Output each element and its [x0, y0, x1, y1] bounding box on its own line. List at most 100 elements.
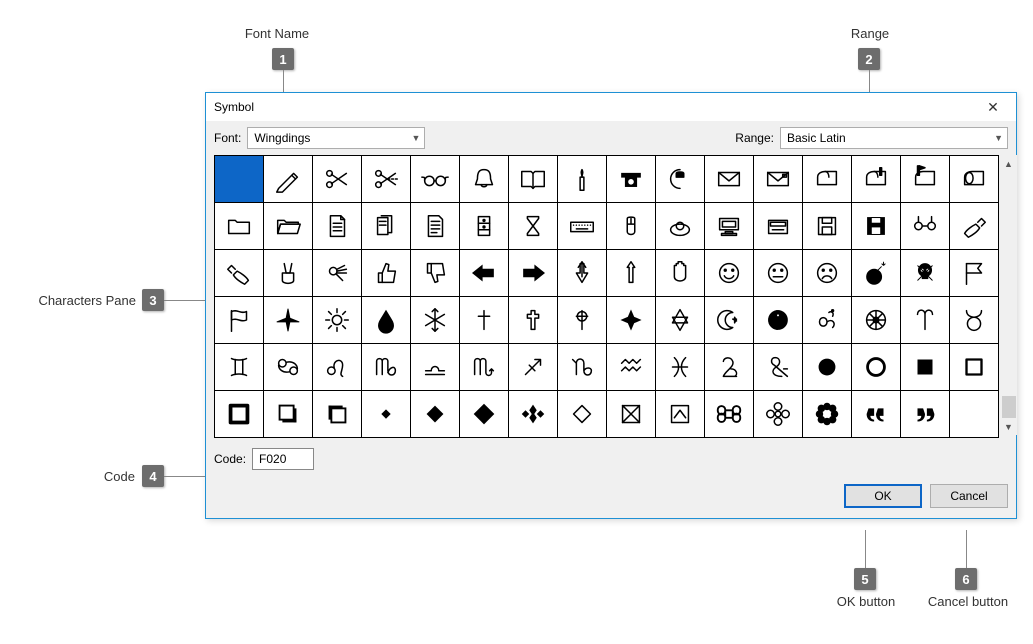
- characters-pane[interactable]: [214, 155, 999, 438]
- char-box-caret[interactable]: [656, 391, 704, 437]
- char-point-right[interactable]: [509, 250, 557, 296]
- char-mailbox-flag[interactable]: [901, 156, 949, 202]
- char-folder[interactable]: [215, 203, 263, 249]
- char-telephone[interactable]: [607, 156, 655, 202]
- char-mailbox-2[interactable]: [852, 156, 900, 202]
- scroll-down-icon[interactable]: ▼: [1000, 418, 1017, 435]
- char-telephone-receiver[interactable]: [656, 156, 704, 202]
- char-computer[interactable]: [705, 203, 753, 249]
- scroll-thumb[interactable]: [1002, 396, 1016, 418]
- char-taurus[interactable]: [950, 297, 998, 343]
- char-skull[interactable]: [901, 250, 949, 296]
- char-cross-celtic[interactable]: [558, 297, 606, 343]
- char-star-crescent[interactable]: [705, 297, 753, 343]
- char-diamond-small[interactable]: [362, 391, 410, 437]
- char-flag[interactable]: [950, 250, 998, 296]
- char-shadow-sq-br[interactable]: [264, 391, 312, 437]
- char-square-outline[interactable]: [950, 344, 998, 390]
- char-flower-filled[interactable]: [803, 391, 851, 437]
- char-drop[interactable]: [362, 297, 410, 343]
- char-point-left[interactable]: [460, 250, 508, 296]
- char-leo[interactable]: [313, 344, 361, 390]
- char-scorpio[interactable]: [460, 344, 508, 390]
- char-command[interactable]: [705, 391, 753, 437]
- char-point-up[interactable]: [558, 250, 606, 296]
- char-gemini[interactable]: [215, 344, 263, 390]
- char-airplane[interactable]: [264, 297, 312, 343]
- char-pencil[interactable]: [264, 156, 312, 202]
- char-quote-close[interactable]: [901, 391, 949, 437]
- char-envelope[interactable]: [705, 156, 753, 202]
- char-mailbox-1[interactable]: [803, 156, 851, 202]
- char-diamond-4[interactable]: [509, 391, 557, 437]
- char-hand[interactable]: [656, 250, 704, 296]
- code-input[interactable]: F020: [252, 448, 314, 470]
- char-libra[interactable]: [411, 344, 459, 390]
- char-cross-maltese[interactable]: [607, 297, 655, 343]
- char-diamond-filled[interactable]: [411, 391, 459, 437]
- ok-button[interactable]: OK: [844, 484, 922, 508]
- char-wheel[interactable]: [852, 297, 900, 343]
- char-square-filled[interactable]: [901, 344, 949, 390]
- char-ok-hand[interactable]: [313, 250, 361, 296]
- char-et[interactable]: [705, 344, 753, 390]
- range-dropdown[interactable]: Basic Latin ▼: [780, 127, 1008, 149]
- char-sagittarius[interactable]: [509, 344, 557, 390]
- char-scissors[interactable]: [313, 156, 361, 202]
- char-book-open[interactable]: [509, 156, 557, 202]
- char-scissors-cut[interactable]: [362, 156, 410, 202]
- char-folder-open[interactable]: [264, 203, 312, 249]
- char-sun[interactable]: [313, 297, 361, 343]
- char-documents[interactable]: [362, 203, 410, 249]
- char-victory-hand[interactable]: [264, 250, 312, 296]
- scrollbar[interactable]: ▲ ▼: [1000, 155, 1017, 435]
- char-floppy-1[interactable]: [803, 203, 851, 249]
- char-yin-yang[interactable]: [754, 297, 802, 343]
- char-blank[interactable]: [215, 156, 263, 202]
- char-flower-outline[interactable]: [754, 391, 802, 437]
- char-aries[interactable]: [901, 297, 949, 343]
- char-om[interactable]: [803, 297, 851, 343]
- char-diamond-outline[interactable]: [558, 391, 606, 437]
- char-circle-filled[interactable]: [803, 344, 851, 390]
- char-box-x[interactable]: [607, 391, 655, 437]
- cancel-button[interactable]: Cancel: [930, 484, 1008, 508]
- char-neutral-face[interactable]: [754, 250, 802, 296]
- char-hourglass[interactable]: [509, 203, 557, 249]
- char-point-up-2[interactable]: [607, 250, 655, 296]
- char-cancer[interactable]: [264, 344, 312, 390]
- scroll-up-icon[interactable]: ▲: [1000, 155, 1017, 172]
- char-mouse[interactable]: [607, 203, 655, 249]
- char-envelope-stamp[interactable]: [754, 156, 802, 202]
- char-writing-hand-2[interactable]: [215, 250, 263, 296]
- char-frown[interactable]: [803, 250, 851, 296]
- char-keyboard[interactable]: [558, 203, 606, 249]
- close-button[interactable]: ✕: [976, 97, 1010, 117]
- char-writing-hand[interactable]: [950, 203, 998, 249]
- char-bomb[interactable]: [852, 250, 900, 296]
- char-bell[interactable]: [460, 156, 508, 202]
- char-pennant[interactable]: [215, 297, 263, 343]
- char-ampersand[interactable]: [754, 344, 802, 390]
- char-shadow-sq-tl[interactable]: [313, 391, 361, 437]
- char-circle-outline[interactable]: [852, 344, 900, 390]
- char-blank2[interactable]: [950, 391, 998, 437]
- char-mailbox-open[interactable]: [950, 156, 998, 202]
- char-aquarius[interactable]: [607, 344, 655, 390]
- char-file-cabinet[interactable]: [460, 203, 508, 249]
- char-cross-outline[interactable]: [509, 297, 557, 343]
- char-scissors-tape[interactable]: [901, 203, 949, 249]
- font-dropdown[interactable]: Wingdings ▼: [247, 127, 425, 149]
- char-square-outline-2[interactable]: [215, 391, 263, 437]
- char-star-of-david[interactable]: [656, 297, 704, 343]
- char-thumbs-up[interactable]: [362, 250, 410, 296]
- char-smile[interactable]: [705, 250, 753, 296]
- char-quote-open[interactable]: [852, 391, 900, 437]
- char-thumbs-down[interactable]: [411, 250, 459, 296]
- char-capricorn[interactable]: [558, 344, 606, 390]
- char-cross-latin[interactable]: [460, 297, 508, 343]
- char-pisces[interactable]: [656, 344, 704, 390]
- char-snowflake[interactable]: [411, 297, 459, 343]
- char-clipboard[interactable]: [411, 203, 459, 249]
- char-floppy-2[interactable]: [852, 203, 900, 249]
